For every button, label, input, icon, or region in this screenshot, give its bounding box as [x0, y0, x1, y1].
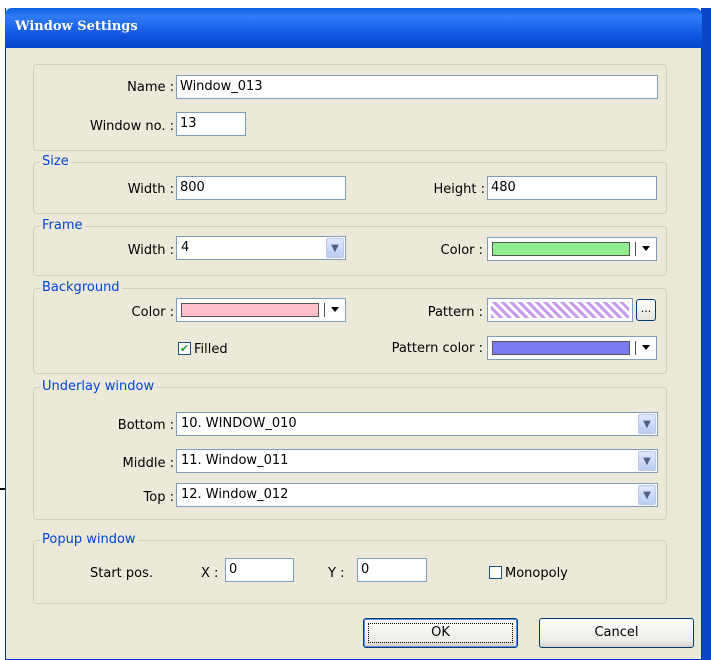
separator	[324, 303, 325, 317]
popup-legend: Popup window	[40, 532, 138, 547]
x-input[interactable]: 0	[225, 558, 294, 582]
frame-width-label: Width :	[127, 243, 174, 258]
frame-width-value: 4	[181, 240, 190, 255]
dropdown-arrow-icon	[331, 307, 339, 312]
ok-button[interactable]: OK	[363, 618, 518, 648]
background-color-picker[interactable]	[176, 298, 346, 322]
title-bar: Window Settings	[5, 8, 702, 48]
bottom-select[interactable]: 10. WINDOW_010 ▼	[176, 412, 658, 436]
name-input[interactable]: Window_013	[176, 75, 658, 99]
pattern-color-swatch	[492, 341, 630, 355]
frame-color-swatch	[492, 242, 630, 256]
dropdown-arrow-icon	[642, 345, 650, 350]
chevron-down-icon: ▼	[638, 485, 656, 505]
focus-ring	[368, 623, 513, 643]
cancel-button[interactable]: Cancel	[539, 618, 694, 648]
chevron-down-icon: ▼	[638, 451, 656, 471]
bottom-value: 10. WINDOW_010	[181, 416, 297, 431]
y-label: Y :	[328, 566, 345, 581]
background-color-label: Color :	[131, 305, 174, 320]
window-no-input[interactable]: 13	[176, 112, 246, 136]
pattern-color-label: Pattern color :	[391, 341, 483, 356]
pattern-picker[interactable]	[487, 298, 633, 322]
size-width-input[interactable]: 800	[176, 176, 346, 200]
window-no-label: Window no. :	[90, 119, 174, 134]
x-label: X :	[201, 566, 219, 581]
top-label: Top :	[143, 490, 174, 505]
size-width-label: Width :	[127, 182, 174, 197]
middle-select[interactable]: 11. Window_011 ▼	[176, 449, 658, 473]
name-label: Name :	[127, 80, 174, 95]
window-frame-right	[702, 8, 711, 660]
y-input[interactable]: 0	[357, 558, 427, 582]
start-pos-label: Start pos.	[90, 566, 154, 581]
top-select[interactable]: 12. Window_012 ▼	[176, 483, 658, 507]
middle-label: Middle :	[122, 456, 174, 471]
size-legend: Size	[40, 154, 71, 169]
separator	[635, 242, 636, 256]
monopoly-checkbox[interactable]	[489, 566, 502, 579]
pattern-browse-button[interactable]: ...	[636, 299, 656, 321]
separator	[635, 341, 636, 355]
size-height-label: Height :	[433, 182, 486, 197]
window-title: Window Settings	[15, 19, 138, 34]
frame-legend: Frame	[40, 218, 85, 233]
dropdown-arrow-icon	[642, 246, 650, 251]
cancel-label: Cancel	[594, 625, 639, 640]
pattern-swatch	[491, 302, 629, 318]
chevron-down-icon: ▼	[638, 414, 656, 434]
bottom-label: Bottom :	[117, 418, 174, 433]
pattern-label: Pattern :	[427, 305, 483, 320]
chevron-down-icon: ▼	[326, 238, 344, 258]
pattern-color-picker[interactable]	[487, 336, 657, 360]
background-color-swatch	[181, 303, 319, 317]
top-value: 12. Window_012	[181, 487, 289, 502]
monopoly-label: Monopoly	[505, 566, 568, 581]
frame-color-label: Color :	[440, 243, 483, 258]
filled-checkbox[interactable]: ✔	[178, 342, 191, 355]
size-height-input[interactable]: 480	[487, 176, 657, 200]
underlay-legend: Underlay window	[40, 379, 157, 394]
filled-label: Filled	[194, 342, 228, 357]
frame-width-select[interactable]: 4 ▼	[176, 236, 346, 260]
frame-color-picker[interactable]	[487, 237, 657, 261]
background-legend: Background	[40, 280, 122, 295]
middle-value: 11. Window_011	[181, 453, 289, 468]
